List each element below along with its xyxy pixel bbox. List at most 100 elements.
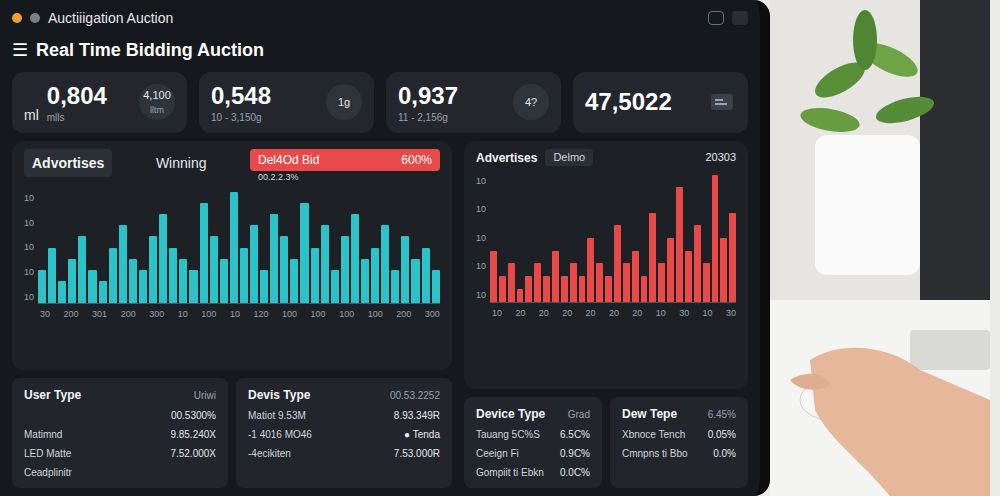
bar[interactable] — [109, 248, 117, 304]
bar[interactable] — [68, 259, 76, 303]
bar[interactable] — [250, 225, 258, 303]
bar[interactable] — [685, 251, 692, 302]
bar[interactable] — [220, 259, 228, 303]
bar[interactable] — [189, 270, 197, 303]
bar[interactable] — [169, 248, 177, 304]
bar[interactable] — [159, 214, 167, 303]
bar[interactable] — [570, 263, 577, 301]
bar[interactable] — [552, 251, 559, 302]
y-tick: 10 — [24, 266, 34, 280]
bar[interactable] — [587, 238, 594, 302]
bar[interactable] — [543, 276, 550, 301]
window-dot[interactable] — [30, 13, 40, 23]
bar[interactable] — [280, 236, 288, 303]
bar[interactable] — [712, 175, 719, 302]
row-label: LED Matte — [24, 446, 71, 461]
x-tick: 100 — [282, 308, 297, 322]
bar[interactable] — [391, 270, 399, 303]
bar[interactable] — [58, 281, 66, 303]
bar[interactable] — [78, 236, 86, 303]
bar[interactable] — [300, 203, 308, 303]
bar[interactable] — [311, 248, 319, 304]
bar[interactable] — [321, 225, 329, 303]
bar[interactable] — [381, 225, 389, 303]
stat-value: 0,804 — [47, 80, 107, 112]
bar[interactable] — [614, 225, 621, 301]
bar[interactable] — [623, 263, 630, 301]
bar[interactable] — [667, 238, 674, 302]
bar[interactable] — [260, 270, 268, 303]
bid-badge[interactable]: Del4Od Bid600% — [250, 149, 440, 171]
bar[interactable] — [649, 213, 656, 302]
bar[interactable] — [129, 259, 137, 303]
bar[interactable] — [517, 289, 524, 302]
bar[interactable] — [534, 263, 541, 301]
bar[interactable] — [139, 270, 147, 303]
bar[interactable] — [499, 276, 506, 301]
chart-tab[interactable]: Delmo — [545, 149, 593, 166]
stat-prefix: ml — [24, 105, 39, 125]
bar[interactable] — [149, 236, 157, 303]
bar[interactable] — [341, 236, 349, 303]
header: ☰Real Time Bidding Auction — [12, 36, 748, 64]
bar[interactable] — [270, 214, 278, 303]
bar[interactable] — [596, 263, 603, 301]
bar[interactable] — [525, 276, 532, 301]
bar[interactable] — [605, 276, 612, 301]
row-value: 0.0% — [713, 446, 736, 461]
x-tick: 10 — [703, 307, 713, 321]
bar[interactable] — [729, 213, 736, 302]
side-chart-panel: AdvertisesDelmo2030310101010101020202020… — [464, 141, 748, 390]
stat-card: 47,5022 — [573, 72, 748, 133]
card-row: Gompiit ti Ebkn0.0C% — [476, 465, 590, 480]
bar[interactable] — [351, 214, 359, 303]
bar[interactable] — [361, 259, 369, 303]
bar[interactable] — [703, 263, 710, 301]
bar[interactable] — [88, 270, 96, 303]
bar[interactable] — [720, 238, 727, 302]
info-card: Device TypeGradTauang 5C%S6.5C%Ceeign Fi… — [464, 397, 602, 488]
x-tick: 20 — [586, 307, 596, 321]
y-axis: 1010101010 — [24, 192, 34, 304]
bar[interactable] — [331, 270, 339, 303]
bar[interactable] — [38, 270, 46, 303]
bar[interactable] — [411, 259, 419, 303]
stat-side: 4,100lltm — [139, 84, 175, 120]
window-title: Auctiiigation Auction — [48, 8, 173, 28]
bar[interactable] — [490, 251, 497, 302]
bar[interactable] — [579, 276, 586, 301]
card-row: LED Matte7.52.000X — [24, 446, 216, 461]
bar[interactable] — [99, 281, 107, 303]
window-button[interactable] — [732, 11, 748, 25]
chart-value: 20303 — [705, 149, 736, 166]
bar[interactable] — [240, 248, 248, 304]
bar[interactable] — [179, 259, 187, 303]
row-value: 0.0C% — [560, 465, 590, 480]
bar[interactable] — [210, 236, 218, 303]
bar[interactable] — [230, 192, 238, 303]
window-button[interactable] — [708, 11, 724, 25]
bar[interactable] — [119, 225, 127, 303]
bar[interactable] — [641, 276, 648, 301]
row-value: 0.9C% — [560, 446, 590, 461]
bar[interactable] — [371, 248, 379, 304]
window-dot[interactable] — [12, 13, 22, 23]
card-title: Device Type — [476, 405, 545, 423]
bar[interactable] — [508, 263, 515, 301]
x-tick: 100 — [201, 308, 216, 322]
bar[interactable] — [432, 270, 440, 303]
bar[interactable] — [290, 259, 298, 303]
bar[interactable] — [422, 248, 430, 304]
x-tick: 100 — [368, 308, 383, 322]
menu-icon[interactable]: ☰ — [12, 36, 28, 64]
row-value: 7.53.000R — [394, 446, 440, 461]
bar[interactable] — [561, 276, 568, 301]
bar[interactable] — [401, 236, 409, 303]
bar[interactable] — [658, 263, 665, 301]
bar[interactable] — [632, 251, 639, 302]
chart-status: Winning — [156, 149, 207, 173]
bar[interactable] — [200, 203, 208, 303]
bar[interactable] — [48, 248, 56, 304]
bar[interactable] — [676, 187, 683, 301]
bar[interactable] — [694, 225, 701, 301]
